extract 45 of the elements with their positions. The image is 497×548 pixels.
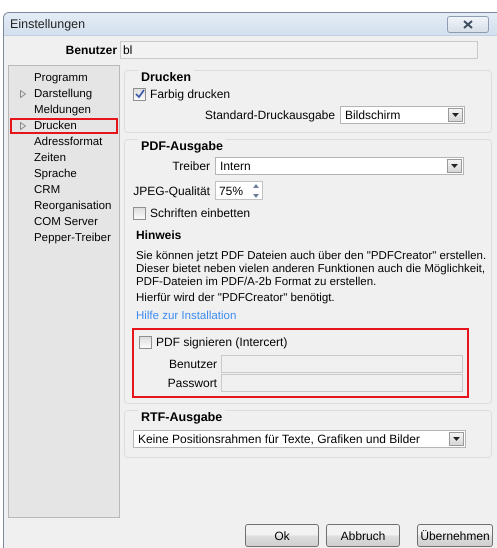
- sidebar-item[interactable]: Darstellung: [10, 86, 118, 102]
- close-button[interactable]: [447, 16, 489, 32]
- sidebar-item[interactable]: Adressformat: [10, 134, 118, 150]
- sidebar-item[interactable]: Programm: [10, 70, 118, 86]
- checkbox[interactable]: [133, 206, 146, 220]
- note-text: Dieser bietet neben vielen anderen Funktionen auch die Möglichkeit,: [136, 263, 483, 276]
- close-icon: [463, 20, 473, 28]
- user-label: Benutzer: [64, 43, 118, 57]
- window-title: Einstellungen: [10, 17, 86, 31]
- sidebar-item[interactable]: Pepper-Treiber: [10, 230, 118, 246]
- pdf-group: PDF-Ausgabe Treiber Intern JPEG-Qualität 75% Schriften einbetten Hinweis Sie können jetzt PDF Dateien auch über den "PDFCreator" erstellen. Dieser bietet neben vielen anderen Funktionen auch die Möglichkeit, PDF-Dateien im PDF/A-2b Format zu erstellen. Hierfür wird der "PDFCreator" benötigt. Hilfe zur Installation PDF signieren (Intercert) Benutzer Passwort: [124, 139, 492, 404]
- dialog-button[interactable]: Ok: [245, 524, 319, 547]
- sidebar-item[interactable]: CRM: [10, 182, 118, 198]
- checkbox-label: Farbig drucken: [150, 87, 230, 101]
- expand-icon[interactable]: [20, 122, 26, 130]
- rtf-dropdown[interactable]: Keine Positionsrahmen für Texte, Grafiken und Bilder: [133, 430, 466, 448]
- sidebar-item[interactable]: Reorganisation: [10, 198, 118, 214]
- sidebar-item[interactable]: Zeiten: [10, 150, 118, 166]
- sidebar-item[interactable]: COM Server: [10, 214, 118, 230]
- rtf-group: RTF-Ausgabe Keine Positionsrahmen für Texte, Grafiken und Bilder: [124, 410, 492, 458]
- spinner-arrows-icon[interactable]: [251, 182, 261, 198]
- field-label: JPEG-Qualität: [133, 184, 211, 198]
- checkbox[interactable]: [133, 88, 146, 100]
- printing-group: Drucken Farbig drucken Standard-Druckausgabe Bildschirm: [124, 70, 492, 133]
- driver-dropdown[interactable]: Intern: [215, 156, 464, 174]
- checkbox[interactable]: [139, 336, 152, 348]
- expand-icon[interactable]: [20, 90, 26, 98]
- field-label: Benutzer: [168, 356, 218, 370]
- user-field[interactable]: bl: [120, 41, 478, 59]
- note-text: Sie können jetzt PDF Dateien auch über den "PDFCreator" erstellen.: [136, 250, 483, 263]
- field-label: Passwort: [166, 376, 218, 390]
- checkbox-label: PDF signieren (Intercert): [156, 335, 288, 349]
- checkbox-label: Schriften einbetten: [150, 206, 250, 220]
- sidebar-item[interactable]: Drucken: [10, 118, 118, 134]
- section-heading: Hinweis: [136, 228, 182, 242]
- sidebar-item[interactable]: Sprache: [10, 166, 118, 182]
- dialog-button[interactable]: Übernehmen: [417, 524, 493, 547]
- quality-spinner[interactable]: 75%: [215, 181, 263, 200]
- field-label: Treiber: [171, 158, 211, 172]
- sidebar-item[interactable]: Meldungen: [10, 102, 118, 118]
- field-label: Standard-Druckausgabe: [204, 108, 336, 122]
- output-dropdown[interactable]: Bildschirm: [340, 106, 465, 124]
- note-text: PDF-Dateien im PDF/A-2b Format zu erstellen.: [136, 276, 378, 289]
- note-text: Hierfür wird der "PDFCreator" benötigt.: [136, 292, 336, 304]
- dialog-button[interactable]: Abbruch: [326, 524, 400, 547]
